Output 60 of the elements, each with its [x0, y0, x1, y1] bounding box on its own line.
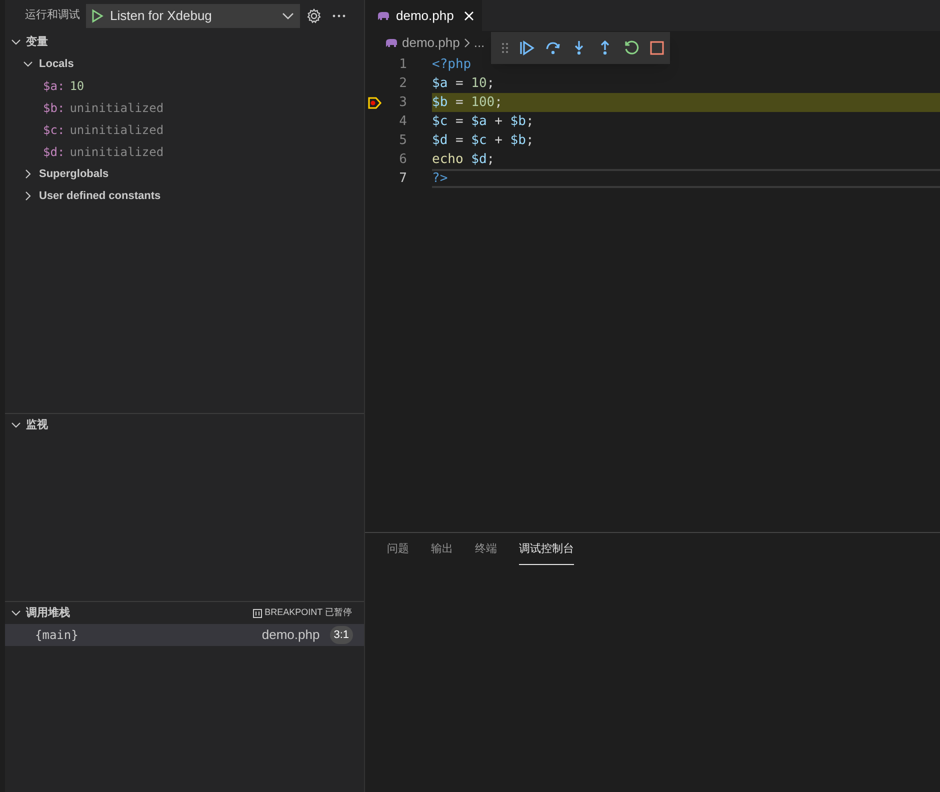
- sidebar-title: 运行和调试: [25, 8, 80, 24]
- code-line: $d = $c + $b;: [432, 132, 535, 150]
- variable-value: uninitialized: [70, 100, 164, 117]
- play-icon: [90, 8, 104, 22]
- line-number: 7: [398, 170, 407, 188]
- chevron-down-icon: [282, 12, 294, 20]
- code-line: $a = 10;: [432, 74, 496, 93]
- panel-tab[interactable]: 问题: [387, 541, 409, 564]
- settings-icon[interactable]: [306, 8, 322, 24]
- section-title[interactable]: 调用堆栈: [26, 604, 248, 622]
- line-number: 5: [398, 132, 407, 150]
- line-number: 4: [398, 112, 407, 131]
- variable-value: uninitialized: [70, 122, 164, 139]
- code-line: <?php: [432, 56, 472, 74]
- chevron-right-icon[interactable]: [23, 169, 33, 179]
- chevron-down-icon[interactable]: [11, 420, 21, 430]
- section-title[interactable]: 监视: [26, 416, 364, 434]
- variable-value: uninitialized: [70, 144, 164, 161]
- breadcrumb-item[interactable]: demo.php: [402, 33, 460, 53]
- continue-icon[interactable]: [519, 40, 535, 56]
- elephant-icon: [385, 38, 398, 48]
- panel-tab[interactable]: 终端: [475, 541, 497, 564]
- breakpoint-icon[interactable]: [368, 96, 382, 108]
- variable-name: $a:: [43, 78, 65, 95]
- line-number: 1: [398, 56, 407, 74]
- chevron-down-icon[interactable]: [11, 608, 21, 618]
- code-line: echo $d;: [432, 150, 496, 169]
- more-icon[interactable]: [332, 14, 346, 18]
- tree-item[interactable]: User defined constants: [39, 188, 161, 204]
- stack-frame[interactable]: {main} demo.php 3:1: [5, 624, 364, 646]
- close-icon[interactable]: [464, 10, 474, 20]
- panel-tab[interactable]: 调试控制台: [519, 541, 574, 564]
- stop-icon[interactable]: [649, 40, 665, 56]
- code-line: ?>: [432, 169, 940, 188]
- tree-item[interactable]: Locals: [39, 56, 74, 72]
- chevron-right-icon[interactable]: [23, 191, 33, 201]
- gripper-icon[interactable]: [501, 42, 509, 54]
- variable-name: $c:: [43, 122, 65, 139]
- chevron-down-icon[interactable]: [11, 37, 21, 47]
- variable-name: $b:: [43, 100, 65, 117]
- section-title[interactable]: 变量: [26, 34, 364, 50]
- line-number: 6: [398, 150, 407, 169]
- position-badge: 3:1: [330, 626, 353, 644]
- chevron-down-icon[interactable]: [23, 59, 33, 69]
- restart-icon[interactable]: [623, 40, 639, 56]
- elephant-icon: [377, 10, 390, 20]
- tree-item[interactable]: Superglobals: [39, 166, 109, 182]
- variable-name: $d:: [43, 144, 65, 161]
- panel-tab[interactable]: 输出: [431, 541, 453, 564]
- configuration-dropdown[interactable]: Listen for Xdebug: [86, 4, 300, 28]
- breadcrumb-item[interactable]: ...: [474, 33, 485, 53]
- variable-value: 10: [70, 78, 84, 95]
- step-over-icon[interactable]: [545, 40, 561, 56]
- line-number: 3: [398, 94, 407, 112]
- pause-status: BREAKPOINT 已暂停: [264, 606, 352, 620]
- editor-tab[interactable]: demo.php: [365, 0, 482, 31]
- line-number: 2: [398, 74, 407, 93]
- pause-icon: [252, 608, 262, 618]
- chevron-right-icon: [464, 38, 470, 48]
- code-line: $c = $a + $b;: [432, 112, 535, 131]
